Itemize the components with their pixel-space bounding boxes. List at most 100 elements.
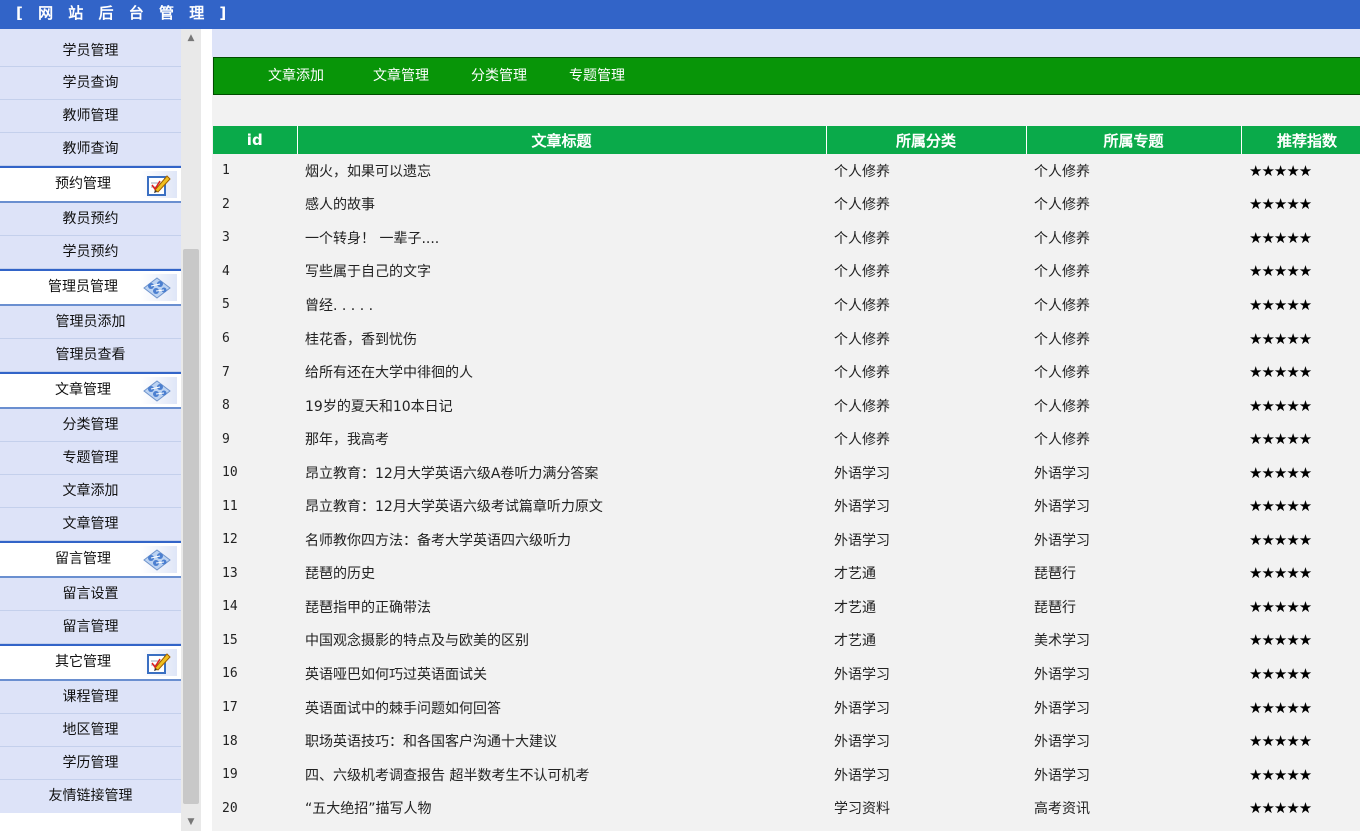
table-row[interactable]: 4 写些属于自己的文字 个人修养 个人修养 ★★★★★ <box>213 255 1360 289</box>
cell-rating: ★★★★★ <box>1249 396 1312 415</box>
cell-title[interactable]: 那年，我高考 <box>297 422 826 456</box>
article-table-wrap: id 文章标题 所属分类 所属专题 推荐指数 1 烟火，如果可以遗忘 个人修养 个人修… <box>213 126 1360 825</box>
network-icon <box>141 274 177 301</box>
cell-topic: 美术学习 <box>1034 633 1090 650</box>
cell-rating: ★★★★★ <box>1249 530 1312 549</box>
sidebar-item[interactable]: 留言设置 <box>0 578 181 611</box>
cell-title[interactable]: 昂立教育：12月大学英语六级考试篇章听力原文 <box>297 489 826 523</box>
sidebar-group-header[interactable]: 管理员管理 <box>0 269 181 306</box>
cell-title[interactable]: 给所有还在大学中徘徊的人 <box>297 355 826 389</box>
tab-topic-manage[interactable]: 专题管理 <box>569 58 625 94</box>
cell-topic: 个人修养 <box>1034 331 1090 348</box>
cell-id: 17 <box>222 700 238 716</box>
table-row[interactable]: 3 一个转身！ 一辈子.... 个人修养 个人修养 ★★★★★ <box>213 221 1360 255</box>
cell-title[interactable]: 感人的故事 <box>297 188 826 222</box>
table-row[interactable]: 12 名师教你四方法：备考大学英语四六级听力 外语学习 外语学习 ★★★★★ <box>213 523 1360 557</box>
sidebar-item[interactable]: 学历管理 <box>0 747 181 780</box>
table-row[interactable]: 6 桂花香，香到忧伤 个人修养 个人修养 ★★★★★ <box>213 322 1360 356</box>
table-row[interactable]: 15 中国观念摄影的特点及与欧美的区别 才艺通 美术学习 ★★★★★ <box>213 624 1360 658</box>
cell-title[interactable]: 中国观念摄影的特点及与欧美的区别 <box>297 624 826 658</box>
cell-rating: ★★★★★ <box>1249 564 1312 583</box>
sidebar-item[interactable]: 学员预约 <box>0 236 181 269</box>
table-row[interactable]: 11 昂立教育：12月大学英语六级考试篇章听力原文 外语学习 外语学习 ★★★★★ <box>213 489 1360 523</box>
table-row[interactable]: 1 烟火，如果可以遗忘 个人修养 个人修养 ★★★★★ <box>213 154 1360 188</box>
cell-topic: 个人修养 <box>1034 297 1090 314</box>
cell-title[interactable]: 一个转身！ 一辈子.... <box>297 221 826 255</box>
cell-rating: ★★★★★ <box>1249 463 1312 482</box>
column-header-topic: 所属专题 <box>1026 126 1242 154</box>
table-row[interactable]: 10 昂立教育：12月大学英语六级A卷听力满分答案 外语学习 外语学习 ★★★★★ <box>213 456 1360 490</box>
table-row[interactable]: 19 四、六级机考调查报告 超半数考生不认可机考 外语学习 外语学习 ★★★★★ <box>213 758 1360 792</box>
sidebar-item[interactable]: 教员预约 <box>0 203 181 236</box>
table-row[interactable]: 5 曾经. . . . . 个人修养 个人修养 ★★★★★ <box>213 288 1360 322</box>
cell-topic: 个人修养 <box>1034 398 1090 415</box>
network-icon <box>141 377 177 404</box>
table-row[interactable]: 17 英语面试中的棘手问题如何回答 外语学习 外语学习 ★★★★★ <box>213 691 1360 725</box>
cell-topic: 个人修养 <box>1034 163 1090 180</box>
sidebar-item[interactable]: 教师管理 <box>0 100 181 133</box>
cell-title[interactable]: 昂立教育：12月大学英语六级A卷听力满分答案 <box>297 456 826 490</box>
cell-category: 个人修养 <box>834 163 890 180</box>
table-row[interactable]: 2 感人的故事 个人修养 个人修养 ★★★★★ <box>213 188 1360 222</box>
sidebar-item[interactable]: 分类管理 <box>0 409 181 442</box>
cell-category: 个人修养 <box>834 365 890 382</box>
cell-topic: 个人修养 <box>1034 365 1090 382</box>
sidebar-item[interactable]: 课程管理 <box>0 681 181 714</box>
sidebar-group-header[interactable]: 留言管理 <box>0 541 181 578</box>
tab-article-manage[interactable]: 文章管理 <box>373 58 429 94</box>
sidebar-item[interactable]: 文章添加 <box>0 475 181 508</box>
cell-category: 个人修养 <box>834 230 890 247</box>
table-row[interactable]: 8 19岁的夏天和10本日记 个人修养 个人修养 ★★★★★ <box>213 389 1360 423</box>
table-row[interactable]: 7 给所有还在大学中徘徊的人 个人修养 个人修养 ★★★★★ <box>213 355 1360 389</box>
cell-rating: ★★★★★ <box>1249 698 1312 717</box>
sidebar-item[interactable]: 学员查询 <box>0 67 181 100</box>
table-row[interactable]: 16 英语哑巴如何巧过英语面试关 外语学习 外语学习 ★★★★★ <box>213 657 1360 691</box>
sidebar-item[interactable]: 友情链接管理 <box>0 780 181 813</box>
cell-topic: 外语学习 <box>1034 465 1090 482</box>
cell-topic: 外语学习 <box>1034 734 1090 751</box>
cell-title[interactable]: 写些属于自己的文字 <box>297 255 826 289</box>
cell-id: 3 <box>222 230 230 246</box>
scrollbar-thumb[interactable] <box>183 249 199 804</box>
network-icon <box>141 546 177 573</box>
cell-title[interactable]: 英语哑巴如何巧过英语面试关 <box>297 657 826 691</box>
table-row[interactable]: 14 琵琶指甲的正确带法 才艺通 琵琶行 ★★★★★ <box>213 590 1360 624</box>
cell-title[interactable]: 四、六级机考调查报告 超半数考生不认可机考 <box>297 758 826 792</box>
sidebar-item[interactable]: 学员管理 <box>0 29 181 67</box>
cell-title[interactable]: “五大绝招”描写人物 <box>297 791 826 825</box>
cell-topic: 个人修养 <box>1034 197 1090 214</box>
table-row[interactable]: 18 职场英语技巧：和各国客户沟通十大建议 外语学习 外语学习 ★★★★★ <box>213 724 1360 758</box>
sidebar-item[interactable]: 留言管理 <box>0 611 181 644</box>
cell-title[interactable]: 曾经. . . . . <box>297 288 826 322</box>
scroll-down-arrow-icon[interactable]: ▼ <box>181 813 201 831</box>
sidebar-item[interactable]: 管理员添加 <box>0 306 181 339</box>
sidebar-item[interactable]: 教师查询 <box>0 133 181 166</box>
cell-title[interactable]: 名师教你四方法：备考大学英语四六级听力 <box>297 523 826 557</box>
cell-rating: ★★★★★ <box>1249 765 1312 784</box>
tab-category-manage[interactable]: 分类管理 <box>471 58 527 94</box>
sidebar-group-header[interactable]: 文章管理 <box>0 372 181 409</box>
cell-title[interactable]: 琵琶指甲的正确带法 <box>297 590 826 624</box>
table-row[interactable]: 9 那年，我高考 个人修养 个人修养 ★★★★★ <box>213 422 1360 456</box>
cell-title[interactable]: 19岁的夏天和10本日记 <box>297 389 826 423</box>
sidebar-scrollbar[interactable]: ▲ ▼ <box>181 29 201 831</box>
table-row[interactable]: 13 琵琶的历史 才艺通 琵琶行 ★★★★★ <box>213 557 1360 591</box>
table-row[interactable]: 20 “五大绝招”描写人物 学习资料 高考资讯 ★★★★★ <box>213 791 1360 825</box>
cell-title[interactable]: 职场英语技巧：和各国客户沟通十大建议 <box>297 724 826 758</box>
cell-category: 学习资料 <box>834 801 890 818</box>
sidebar-item[interactable]: 管理员查看 <box>0 339 181 372</box>
table-header-row: id 文章标题 所属分类 所属专题 推荐指数 <box>213 126 1360 154</box>
scroll-up-arrow-icon[interactable]: ▲ <box>181 29 201 47</box>
sidebar-item[interactable]: 地区管理 <box>0 714 181 747</box>
sidebar-group-header[interactable]: 预约管理 <box>0 166 181 203</box>
cell-title[interactable]: 烟火，如果可以遗忘 <box>297 154 826 188</box>
sidebar-item[interactable]: 文章管理 <box>0 508 181 541</box>
cell-title[interactable]: 英语面试中的棘手问题如何回答 <box>297 691 826 725</box>
cell-title[interactable]: 琵琶的历史 <box>297 557 826 591</box>
sidebar-group-header[interactable]: 其它管理 <box>0 644 181 681</box>
sidebar-item[interactable]: 专题管理 <box>0 442 181 475</box>
cell-topic: 外语学习 <box>1034 499 1090 516</box>
cell-title[interactable]: 桂花香，香到忧伤 <box>297 322 826 356</box>
cell-topic: 琵琶行 <box>1034 566 1076 583</box>
tab-article-add[interactable]: 文章添加 <box>268 58 324 94</box>
